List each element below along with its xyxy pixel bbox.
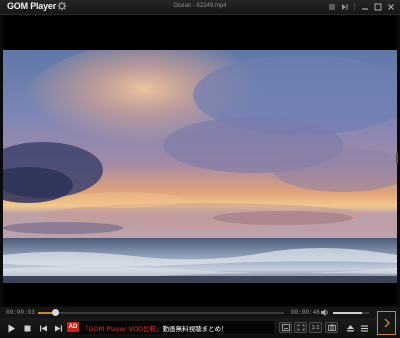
menu-button[interactable] [359,323,369,333]
minimize-icon [361,8,368,10]
subtitle-icon [281,324,290,331]
speed-label: 1:1 [311,324,320,331]
close-button[interactable] [385,2,396,12]
menu-icon [360,324,368,332]
play-icon [8,324,15,332]
skip-back-icon [39,325,47,331]
skip-forward-icon [54,325,62,331]
chevron-right-icon [384,318,390,328]
stop-icon [24,325,30,331]
stop-button[interactable] [22,323,32,333]
volume-level [333,312,362,314]
screen-ratio-button[interactable] [294,322,307,333]
list-icon [328,4,335,10]
always-on-top-button[interactable] [339,2,350,12]
ad-text[interactable]: 「GOM Player VOD比較」動画無料視聴まとめ！ [82,323,228,333]
close-icon [387,4,394,10]
ad-badge: AD [67,322,79,332]
resize-grip[interactable] [396,153,398,163]
eject-button[interactable] [345,323,355,333]
screen-ratio-icon [297,324,304,331]
side-panel-toggle[interactable] [377,311,396,335]
seekbar-row: 00:00:03 00:00:46 [0,307,400,318]
maximize-button[interactable] [372,2,383,12]
current-time: 00:00:03 [6,309,35,316]
total-time: 00:00:46 [291,309,320,316]
subtitle-button[interactable] [279,322,292,333]
pin-icon [341,4,347,10]
volume-slider[interactable] [333,312,369,314]
video-area[interactable] [3,15,397,306]
eject-icon [346,324,354,331]
play-button[interactable] [6,323,16,333]
maximize-icon [374,3,381,11]
ad-text-rest: 動画無料視聴まとめ！ [162,325,228,333]
title-bar: GOM Player Ocean - 62249.mp4 [0,0,400,15]
separator [354,3,355,11]
volume-icon[interactable] [321,309,329,316]
window-controls [326,2,396,12]
previous-button[interactable] [38,323,48,333]
seek-handle[interactable] [52,309,60,316]
seek-bar[interactable] [38,309,284,316]
capture-button[interactable] [325,322,338,333]
ad-banner[interactable]: AD 「GOM Player VOD比較」動画無料視聴まとめ！ [67,321,274,334]
playlist-toggle-button[interactable] [326,2,337,12]
speed-button[interactable]: 1:1 [309,322,322,333]
video-frame [3,50,397,283]
ad-text-highlight: 「GOM Player VOD比較」 [82,325,163,333]
camera-icon [327,324,336,331]
minimize-button[interactable] [359,2,370,12]
next-button[interactable] [53,323,63,333]
